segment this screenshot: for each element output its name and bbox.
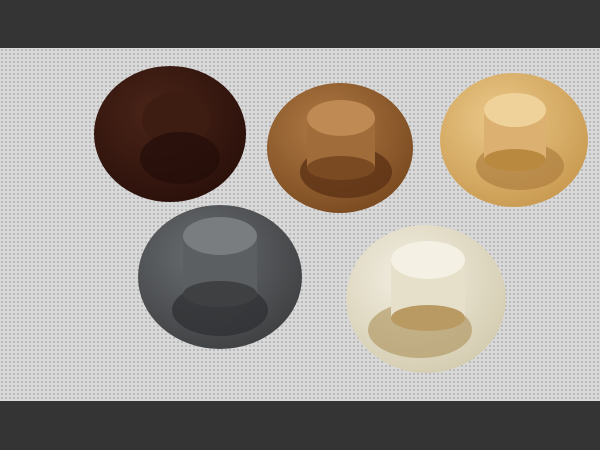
letterbox-bottom — [0, 401, 600, 450]
letterbox-top — [0, 0, 600, 48]
grey-cap — [138, 205, 302, 349]
tan-cap — [440, 73, 588, 207]
product-photo — [0, 48, 600, 401]
caps-illustration — [94, 66, 588, 373]
beige-cap — [346, 225, 506, 373]
medium-brown-cap — [267, 83, 413, 213]
image-frame — [0, 0, 600, 450]
dark-brown-cap — [94, 66, 246, 202]
